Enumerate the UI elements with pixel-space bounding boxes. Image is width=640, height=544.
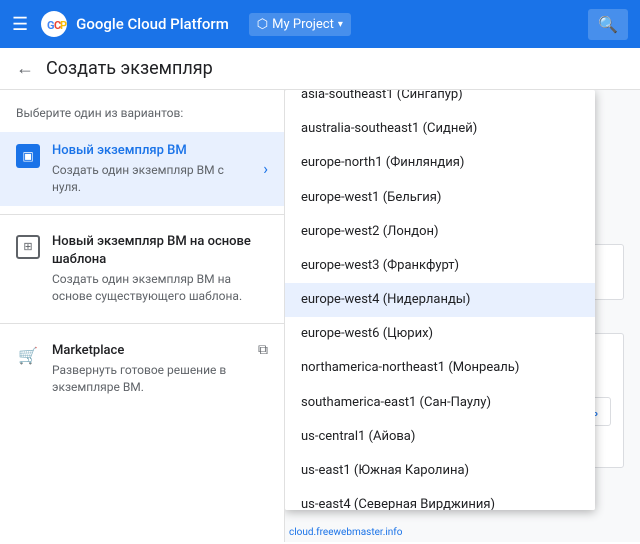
sidebar-item-marketplace[interactable]: 🛒 Marketplace Развернуть готовое решение…	[0, 332, 284, 406]
sidebar-item-new-vm[interactable]: ▣ Новый экземпляр ВМ Создать один экземп…	[0, 132, 284, 206]
dropdown-item-10[interactable]: europe-west3 (Франкфурт)	[285, 249, 595, 283]
dropdown-item-11[interactable]: europe-west4 (Нидерланды)	[285, 283, 595, 317]
sidebar-item-template-vm[interactable]: ⊞ Новый экземпляр ВМ на основе шаблона С…	[0, 223, 284, 315]
content-area: asia-east1 (Тайвань)asia-east2 (Гонконг)…	[285, 90, 640, 542]
dropdown-item-5[interactable]: asia-southeast1 (Сингапур)	[285, 90, 595, 112]
vm-icon: ▣	[16, 144, 40, 168]
dropdown-item-6[interactable]: australia-southeast1 (Сидней)	[285, 112, 595, 146]
header: ☰ G C P Google Cloud Platform ⬡ My Proje…	[0, 0, 640, 48]
project-label: My Project	[272, 17, 334, 32]
header-logo: G C P Google Cloud Platform	[40, 10, 229, 38]
sidebar: Выберите один из вариантов: ▣ Новый экзе…	[0, 90, 285, 542]
sidebar-template-vm-text: Новый экземпляр ВМ на основе шаблона Соз…	[52, 233, 268, 305]
sidebar-template-vm-title: Новый экземпляр ВМ на основе шаблона	[52, 233, 268, 269]
sidebar-marketplace-desc: Развернуть готовое решение в экземпляре …	[52, 362, 246, 396]
page-title: Создать экземпляр	[46, 58, 213, 79]
dropdown-item-7[interactable]: europe-north1 (Финляндия)	[285, 146, 595, 180]
svg-text:P: P	[60, 19, 67, 32]
dropdown-item-8[interactable]: europe-west1 (Бельгия)	[285, 181, 595, 215]
sidebar-new-vm-text: Новый экземпляр ВМ Создать один экземпля…	[52, 142, 251, 196]
marketplace-icon: 🛒	[16, 344, 40, 368]
search-icon: 🔍	[598, 15, 618, 34]
arrow-right-icon: ›	[263, 159, 268, 178]
subheader: ← Создать экземпляр	[0, 48, 640, 90]
dropdown-item-9[interactable]: europe-west2 (Лондон)	[285, 215, 595, 249]
dropdown-item-14[interactable]: southamerica-east1 (Сан-Паулу)	[285, 386, 595, 420]
sidebar-prompt: Выберите один из вариантов:	[0, 106, 284, 132]
sidebar-template-vm-desc: Создать один экземпляр ВМ на основе суще…	[52, 271, 268, 305]
dropdown-item-17[interactable]: us-east4 (Северная Вирджиния)	[285, 488, 595, 510]
sidebar-marketplace-text: Marketplace Развернуть готовое решение в…	[52, 342, 246, 396]
dropdown-item-15[interactable]: us-central1 (Айова)	[285, 420, 595, 454]
chevron-down-icon: ▾	[338, 19, 343, 30]
sidebar-divider-2	[0, 323, 284, 324]
region-dropdown-menu[interactable]: asia-east1 (Тайвань)asia-east2 (Гонконг)…	[285, 90, 595, 510]
external-link-icon: ⧉	[258, 342, 268, 358]
dropdown-item-13[interactable]: northamerica-northeast1 (Монреаль)	[285, 351, 595, 385]
search-button[interactable]: 🔍	[588, 9, 628, 40]
sidebar-divider-1	[0, 214, 284, 215]
project-icon: ⬡	[257, 17, 268, 32]
menu-icon[interactable]: ☰	[12, 14, 28, 35]
sidebar-new-vm-title: Новый экземпляр ВМ	[52, 142, 251, 160]
main-content: Выберите один из вариантов: ▣ Новый экзе…	[0, 90, 640, 542]
dropdown-overlay: asia-east1 (Тайвань)asia-east2 (Гонконг)…	[285, 90, 640, 542]
sidebar-marketplace-title: Marketplace	[52, 342, 246, 360]
sidebar-new-vm-desc: Создать один экземпляр ВМ с нуля.	[52, 162, 251, 196]
header-title: Google Cloud Platform	[76, 15, 229, 33]
dropdown-item-16[interactable]: us-east1 (Южная Каролина)	[285, 454, 595, 488]
gcp-logo-icon: G C P	[40, 10, 68, 38]
dropdown-item-12[interactable]: europe-west6 (Цюрих)	[285, 317, 595, 351]
template-icon: ⊞	[16, 235, 40, 259]
back-button[interactable]: ←	[16, 58, 34, 79]
project-selector[interactable]: ⬡ My Project ▾	[249, 13, 351, 36]
